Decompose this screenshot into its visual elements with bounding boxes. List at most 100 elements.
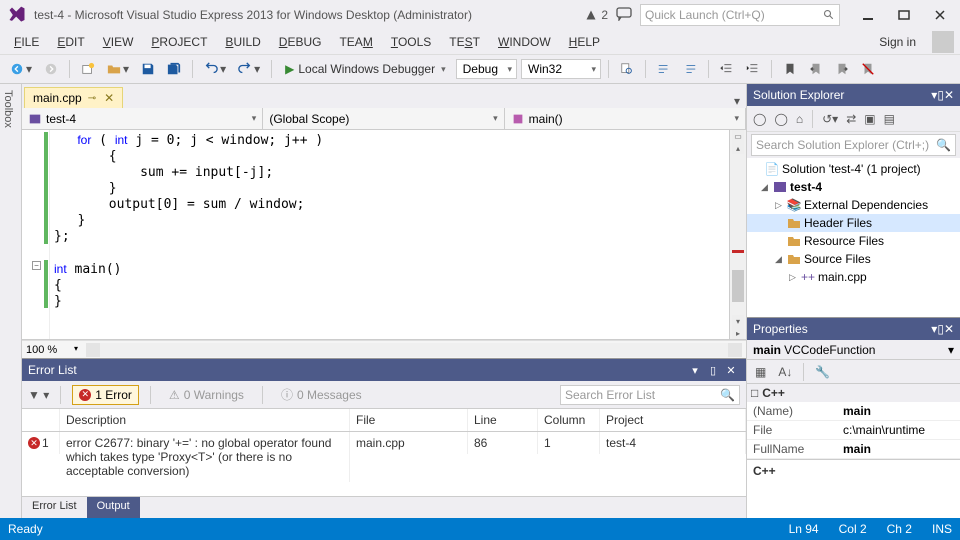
notifications-button[interactable]: 2 [585, 8, 608, 22]
tree-resource-files[interactable]: Resource Files [747, 232, 960, 250]
panel-close-icon[interactable]: ✕ [944, 88, 954, 102]
tab-error-list[interactable]: Error List [22, 497, 87, 518]
close-button[interactable] [926, 5, 954, 25]
prop-row[interactable]: Filec:\main\runtime [747, 421, 960, 440]
user-avatar-icon[interactable] [932, 31, 954, 53]
bookmark-next-button[interactable] [831, 60, 853, 78]
error-filter-button[interactable]: ▼ ▾ [28, 388, 49, 402]
bookmark-clear-button[interactable] [857, 60, 879, 78]
tree-main-cpp[interactable]: ▷++main.cpp [747, 268, 960, 286]
platform-dropdown[interactable]: Win32 [521, 59, 601, 79]
tab-main-cpp[interactable]: main.cpp ⊸ ✕ [24, 87, 123, 108]
start-debug-button[interactable]: ▶Local Windows Debugger [279, 60, 452, 78]
panel-pin-icon[interactable]: ▯ [704, 364, 722, 377]
menu-view[interactable]: VIEW [95, 33, 142, 51]
menu-tools[interactable]: TOOLS [383, 33, 439, 51]
se-props-button[interactable]: ▤ [882, 110, 897, 128]
config-dropdown[interactable]: Debug [456, 59, 517, 79]
panel-close-icon[interactable]: ✕ [722, 364, 740, 377]
error-search-input[interactable]: Search Error List🔍 [560, 385, 740, 405]
redo-button[interactable]: ▾ [234, 60, 264, 78]
open-file-button[interactable]: ▾ [103, 60, 133, 78]
props-categorized-button[interactable]: ▦ [751, 363, 770, 381]
se-sync-button[interactable]: ↺▾ [820, 110, 840, 128]
menu-test[interactable]: TEST [441, 33, 488, 51]
bookmark-button[interactable] [779, 60, 801, 78]
nav-project-combo[interactable]: test-4 [22, 108, 263, 129]
menu-team[interactable]: TEAM [331, 33, 380, 51]
sign-in-link[interactable]: Sign in [871, 33, 924, 51]
nav-scope-combo[interactable]: (Global Scope) [263, 108, 504, 129]
maximize-button[interactable] [890, 5, 918, 25]
prop-row[interactable]: (Name)main [747, 402, 960, 421]
toolbox-tab[interactable]: Toolbox [0, 84, 22, 518]
editor-scrollbar[interactable]: ▭ ▴ ▾ ▸ [729, 130, 746, 339]
col-project[interactable]: Project [600, 409, 746, 431]
comment-button[interactable] [653, 60, 675, 78]
doc-tabs-menu[interactable]: ▾ [728, 94, 746, 108]
tab-output[interactable]: Output [87, 497, 140, 518]
se-fwd-button[interactable]: ◯ [772, 110, 789, 128]
props-alpha-button[interactable]: A↓ [774, 363, 796, 381]
split-icon[interactable]: ▭ [732, 130, 744, 142]
zoom-combo[interactable]: 100 % [22, 344, 82, 356]
messages-toggle[interactable]: ⓘ0 Messages [274, 383, 369, 406]
se-refresh-button[interactable]: ⇄ [844, 110, 858, 128]
panel-menu-icon[interactable]: ▾ [686, 364, 704, 377]
properties-grid[interactable]: □C++ (Name)main Filec:\main\runtime Full… [747, 384, 960, 518]
nav-member-combo[interactable]: main() [505, 108, 746, 129]
props-wrench-button[interactable]: 🔧 [811, 363, 834, 381]
error-grid[interactable]: Description File Line Column Project ✕1 … [22, 409, 746, 496]
nav-back-button[interactable]: ▾ [6, 60, 36, 78]
col-file[interactable]: File [350, 409, 468, 431]
code-editor[interactable]: − for ( int j = 0; j < window; j++ ) { s… [22, 130, 746, 340]
se-collapse-button[interactable]: ▣ [862, 110, 877, 128]
menu-project[interactable]: PROJECT [143, 33, 215, 51]
errors-toggle[interactable]: ✕1 Error [72, 385, 139, 405]
nav-fwd-button[interactable] [40, 60, 62, 78]
menu-file[interactable]: FILE [6, 33, 47, 51]
prop-row[interactable]: FullNamemain [747, 440, 960, 459]
menu-window[interactable]: WINDOW [490, 33, 559, 51]
error-row[interactable]: ✕1 error C2677: binary '+=' : no global … [22, 432, 746, 482]
panel-pin-icon[interactable]: ▯ [937, 88, 944, 102]
menu-edit[interactable]: EDIT [49, 33, 92, 51]
tree-source-files[interactable]: ◢Source Files [747, 250, 960, 268]
feedback-icon[interactable] [616, 7, 632, 24]
panel-pin-icon[interactable]: ▯ [937, 322, 944, 336]
save-all-button[interactable] [163, 60, 185, 78]
indent-in-button[interactable] [742, 60, 764, 78]
close-tab-icon[interactable]: ✕ [104, 91, 114, 105]
minimize-button[interactable] [854, 5, 882, 25]
pin-icon[interactable]: ⊸ [88, 93, 96, 104]
props-category[interactable]: □C++ [747, 384, 960, 402]
menu-build[interactable]: BUILD [217, 33, 268, 51]
editor-hscrollbar[interactable] [86, 343, 742, 357]
indent-out-button[interactable] [716, 60, 738, 78]
col-column[interactable]: Column [538, 409, 600, 431]
tree-header-files[interactable]: Header Files [747, 214, 960, 232]
warnings-toggle[interactable]: ⚠0 Warnings [162, 385, 251, 405]
fold-icon[interactable]: − [32, 261, 41, 270]
code-content[interactable]: for ( int j = 0; j < window; j++ ) { sum… [50, 130, 729, 339]
tree-project[interactable]: ◢test-4 [747, 178, 960, 196]
solution-tree[interactable]: 📄Solution 'test-4' (1 project) ◢test-4 ▷… [747, 158, 960, 317]
menu-debug[interactable]: DEBUG [271, 33, 330, 51]
find-button[interactable] [616, 60, 638, 78]
se-back-button[interactable]: ◯ [751, 110, 768, 128]
tree-solution[interactable]: 📄Solution 'test-4' (1 project) [747, 160, 960, 178]
se-home-button[interactable]: ⌂ [794, 110, 805, 128]
menu-help[interactable]: HELP [561, 33, 608, 51]
tree-ext-deps[interactable]: ▷📚External Dependencies [747, 196, 960, 214]
col-line[interactable]: Line [468, 409, 538, 431]
quick-launch-input[interactable]: Quick Launch (Ctrl+Q) [640, 4, 840, 26]
undo-button[interactable]: ▾ [200, 60, 230, 78]
new-project-button[interactable] [77, 60, 99, 78]
col-description[interactable]: Description [60, 409, 350, 431]
uncomment-button[interactable] [679, 60, 701, 78]
save-button[interactable] [137, 60, 159, 78]
scroll-end-icon[interactable]: ▸ [732, 327, 744, 339]
panel-close-icon[interactable]: ✕ [944, 322, 954, 336]
se-search-input[interactable]: Search Solution Explorer (Ctrl+;)🔍 [751, 134, 956, 156]
bookmark-prev-button[interactable] [805, 60, 827, 78]
